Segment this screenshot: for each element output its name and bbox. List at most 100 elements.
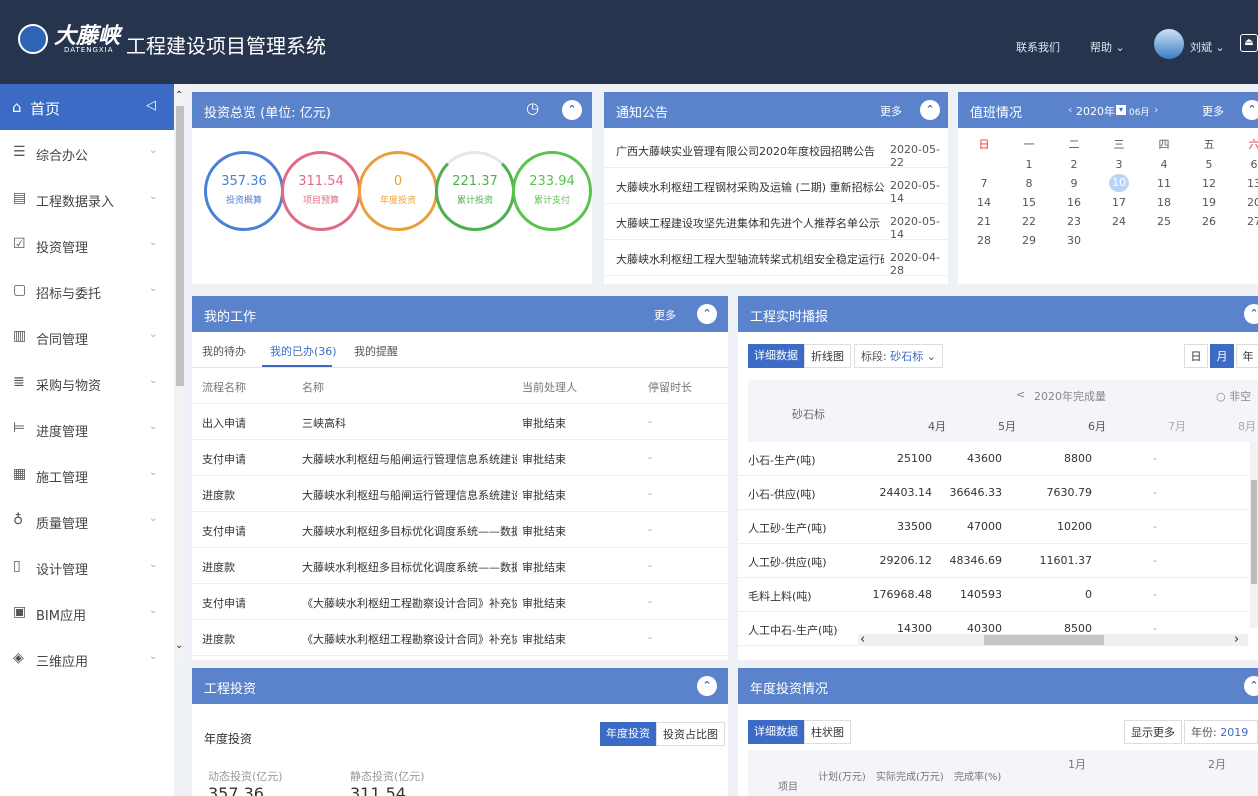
period-button[interactable]: 月 <box>1210 344 1234 368</box>
scroll-right-icon[interactable]: › <box>1234 632 1239 647</box>
collapse-toggle-icon[interactable]: ⌃ <box>1242 100 1258 120</box>
table-cell[interactable]: 三峡高科 <box>302 415 517 431</box>
calendar-day[interactable]: 13 <box>1244 177 1258 190</box>
sidebar-item[interactable]: ☑ 投资管理 ⌄ <box>0 222 174 268</box>
calendar-day[interactable]: 5 <box>1199 158 1219 171</box>
table-cell[interactable]: 大藤峡水利枢纽多目标优化调度系统——数据... <box>302 559 517 575</box>
notice-item[interactable]: 大藤峡工程建设攻坚先进集体和先进个人推荐名单公示 2020-05-14 <box>604 204 948 241</box>
collapse-toggle-icon[interactable]: ⌃ <box>1244 676 1258 696</box>
table-cell[interactable]: 大藤峡水利枢纽与船闸运行管理信息系统建设... <box>302 451 517 467</box>
notice-title[interactable]: 大藤峡工程建设攻坚先进集体和先进个人推荐名单公示 <box>616 215 884 231</box>
table-row[interactable]: 进度款 大藤峡水利枢纽与船闸运行管理信息系统建设... 审批结束 - <box>192 476 728 512</box>
prev-year-icon[interactable]: < <box>1016 388 1025 401</box>
collapse-toggle-icon[interactable]: ⌃ <box>1244 304 1258 324</box>
calendar-day[interactable]: 10 <box>1109 174 1129 192</box>
tab-investment-ratio[interactable]: 投资占比图 <box>656 722 725 746</box>
calendar-day[interactable]: 9 <box>1064 177 1084 190</box>
help-menu[interactable]: 帮助 ⌄ <box>1090 39 1125 55</box>
sidebar-item[interactable]: ▤ 工程数据录入 ⌄ <box>0 176 174 222</box>
notice-item[interactable]: 广西大藤峡实业管理有限公司2020年度校园招聘公告 2020-05-22 <box>604 132 948 169</box>
collapse-toggle-icon[interactable]: ⌃ <box>562 100 582 120</box>
calendar-day[interactable]: 1 <box>1019 158 1039 171</box>
notice-title[interactable]: 广西大藤峡实业管理有限公司2020年度校园招聘公告 <box>616 143 884 159</box>
more-link[interactable]: 更多 <box>654 307 676 323</box>
sidebar-item[interactable]: ◈ 三维应用 ⌄ <box>0 636 174 682</box>
calendar-day[interactable]: 22 <box>1019 215 1039 228</box>
table-row[interactable]: 进度款 大藤峡水利枢纽多目标优化调度系统——数据... 审批结束 - <box>192 548 728 584</box>
calendar-day[interactable]: 26 <box>1199 215 1219 228</box>
calendar-day[interactable]: 23 <box>1064 215 1084 228</box>
section-select[interactable]: 标段: 砂石标 ⌄ <box>854 344 943 368</box>
table-row[interactable]: 支付申请 大藤峡水利枢纽与船闸运行管理信息系统建设... 审批结束 - <box>192 440 728 476</box>
tab-detail-data[interactable]: 详细数据 <box>748 344 804 368</box>
sidebar-item[interactable]: ≣ 采购与物资 ⌄ <box>0 360 174 406</box>
collapse-icon[interactable]: ◁ <box>146 98 156 113</box>
table-cell[interactable]: 大藤峡水利枢纽多目标优化调度系统——数据... <box>302 523 517 539</box>
year-select[interactable]: 年份: 2019 ⌄ <box>1184 720 1258 763</box>
contact-link[interactable]: 联系我们 <box>1016 39 1060 55</box>
table-cell[interactable]: 《大藤峡水利枢纽工程勘察设计合同》补充协... <box>302 631 517 647</box>
month-select[interactable]: 06月 <box>1129 105 1149 118</box>
scroll-left-icon[interactable]: ‹ <box>860 632 865 647</box>
calendar-day[interactable]: 25 <box>1154 215 1174 228</box>
scroll-down-icon[interactable]: ⌄ <box>175 640 183 651</box>
calendar-day[interactable]: 6 <box>1244 158 1258 171</box>
calendar-day[interactable]: 3 <box>1109 158 1129 171</box>
dropdown-icon[interactable]: ▾ <box>1116 105 1126 115</box>
period-button[interactable]: 年 <box>1236 344 1258 368</box>
table-row[interactable]: 支付申请 大藤峡水利枢纽多目标优化调度系统——数据... 审批结束 - <box>192 512 728 548</box>
user-menu[interactable]: 刘斌 ⌄ <box>1190 39 1225 55</box>
sidebar-item[interactable]: ⊨ 进度管理 ⌄ <box>0 406 174 452</box>
calendar-day[interactable]: 4 <box>1154 158 1174 171</box>
sidebar-item[interactable]: ▥ 合同管理 ⌄ <box>0 314 174 360</box>
sidebar-item[interactable]: ▯ 设计管理 ⌄ <box>0 544 174 590</box>
calendar-day[interactable]: 12 <box>1199 177 1219 190</box>
table-row[interactable]: 出入申请 三峡高科 审批结束 - <box>192 404 728 440</box>
tab-work[interactable]: 我的待办 <box>202 343 246 359</box>
logout-icon[interactable]: ⏏ <box>1240 34 1258 52</box>
table-cell[interactable]: 大藤峡水利枢纽与船闸运行管理信息系统建设... <box>302 487 517 503</box>
sidebar-item[interactable]: ♁ 质量管理 ⌄ <box>0 498 174 544</box>
calendar-day[interactable]: 8 <box>1019 177 1039 190</box>
tab-line-chart[interactable]: 折线图 <box>804 344 851 368</box>
calendar-day[interactable]: 15 <box>1019 196 1039 209</box>
tab-bar-chart[interactable]: 柱状图 <box>804 720 851 744</box>
tab-detail-data[interactable]: 详细数据 <box>748 720 804 744</box>
notice-title[interactable]: 大藤峡水利枢纽工程大型轴流转桨式机组安全稳定运行研究招... <box>616 251 884 267</box>
collapse-toggle-icon[interactable]: ⌃ <box>697 304 717 324</box>
table-row[interactable]: 进度款 《大藤峡水利枢纽工程勘察设计合同》补充协... 审批结束 - <box>192 620 728 656</box>
calendar-day[interactable]: 7 <box>974 177 994 190</box>
next-month-icon[interactable]: › <box>1154 103 1158 116</box>
scroll-up-icon[interactable]: ⌃ <box>175 90 183 101</box>
calendar-day[interactable]: 27 <box>1244 215 1258 228</box>
sidebar-item[interactable]: ▦ 施工管理 ⌄ <box>0 452 174 498</box>
collapse-toggle-icon[interactable]: ⌃ <box>920 100 940 120</box>
prev-month-icon[interactable]: ‹ <box>1068 103 1072 116</box>
notice-title[interactable]: 大藤峡水利枢纽工程钢材采购及运输 (二期) 重新招标公告 <box>616 179 884 195</box>
calendar-day[interactable]: 24 <box>1109 215 1129 228</box>
calendar-day[interactable]: 29 <box>1019 234 1039 247</box>
sidebar-scroll-thumb[interactable] <box>176 106 184 386</box>
calendar-day[interactable]: 18 <box>1154 196 1174 209</box>
sidebar-item-home[interactable]: ⌂ 首页 ◁ <box>0 84 174 130</box>
calendar-day[interactable]: 16 <box>1064 196 1084 209</box>
calendar-day[interactable]: 19 <box>1199 196 1219 209</box>
notice-item[interactable]: 大藤峡水利枢纽工程钢材采购及运输 (二期) 重新招标公告 2020-05-14 <box>604 168 948 205</box>
calendar-day[interactable]: 14 <box>974 196 994 209</box>
period-button[interactable]: 日 <box>1184 344 1208 368</box>
tab-annual-investment[interactable]: 年度投资 <box>600 722 656 746</box>
calendar-day[interactable]: 11 <box>1154 177 1174 190</box>
more-link[interactable]: 更多 <box>880 103 902 119</box>
horizontal-scroll-thumb[interactable] <box>984 635 1104 645</box>
sidebar-item[interactable]: ☰ 综合办公 ⌄ <box>0 130 174 176</box>
calendar-day[interactable]: 21 <box>974 215 994 228</box>
table-cell[interactable]: 《大藤峡水利枢纽工程勘察设计合同》补充协... <box>302 595 517 611</box>
collapse-toggle-icon[interactable]: ⌃ <box>697 676 717 696</box>
year-select[interactable]: 2020年 <box>1076 103 1115 119</box>
tab-work[interactable]: 我的提醒 <box>354 343 398 359</box>
table-row[interactable]: 支付申请 《大藤峡水利枢纽工程勘察设计合同》补充协... 审批结束 - <box>192 584 728 620</box>
sidebar-item[interactable]: ▣ BIM应用 ⌄ <box>0 590 174 636</box>
tab-work[interactable]: 我的已办(36) <box>270 343 337 359</box>
nonzero-toggle[interactable]: ○ 非空 <box>1216 388 1251 404</box>
calendar-day[interactable]: 2 <box>1064 158 1084 171</box>
